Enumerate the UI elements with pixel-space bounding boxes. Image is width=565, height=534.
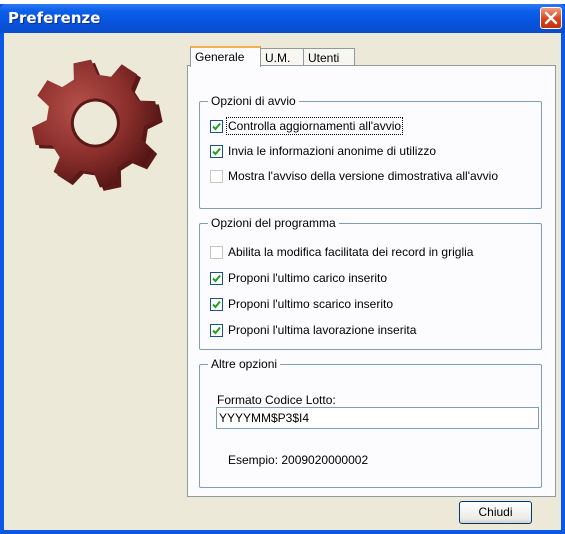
option-label: Abilita la modifica facilitata dei recor… <box>228 245 474 259</box>
option-label: Proponi l'ultimo scarico inserito <box>228 297 394 311</box>
other-options-group: Altre opzioni Formato Codice Lotto: Esem… <box>199 357 542 488</box>
group-title: Altre opzioni <box>208 357 281 371</box>
checkmark-icon <box>212 300 221 308</box>
option-label: Mostra l'avviso della versione dimostrat… <box>228 169 499 183</box>
tab-label: U.M. <box>265 51 291 65</box>
easy-grid-edit-option[interactable]: Abilita la modifica facilitata dei recor… <box>210 244 473 260</box>
show-demo-warning-option[interactable]: Mostra l'avviso della versione dimostrat… <box>210 168 498 184</box>
checkbox[interactable] <box>210 169 223 183</box>
checkmark-icon <box>212 274 221 282</box>
checkbox[interactable] <box>210 144 223 158</box>
group-title: Opzioni di avvio <box>208 94 299 108</box>
lot-format-input[interactable] <box>216 407 539 429</box>
propose-last-processing-option[interactable]: Proponi l'ultima lavorazione inserita <box>210 322 416 338</box>
tab-um[interactable]: U.M. <box>260 48 304 66</box>
close-icon <box>544 11 558 25</box>
tab-label: Generale <box>195 50 245 64</box>
option-label: Proponi l'ultimo carico inserito <box>228 271 388 285</box>
preferences-window: Preferenze Generale U.M. Utenti Opzioni … <box>0 4 565 534</box>
close-button[interactable]: Chiudi <box>459 501 532 524</box>
option-label: Invia le informazioni anonime di utilizz… <box>228 144 437 158</box>
checkmark-icon <box>212 326 221 334</box>
lot-example-text: Esempio: 2009020000002 <box>228 453 369 467</box>
checkbox[interactable] <box>210 245 223 259</box>
program-options-group: Opzioni del programma Abilita la modific… <box>199 216 542 350</box>
checkmark-icon <box>212 122 221 130</box>
check-updates-option[interactable]: Controlla aggiornamenti all'avvio <box>210 117 404 135</box>
gear-icon <box>31 59 163 191</box>
window-title: Preferenze <box>8 9 101 27</box>
tab-generale[interactable]: Generale <box>190 46 261 67</box>
checkbox[interactable] <box>210 297 223 311</box>
checkbox[interactable] <box>210 119 223 133</box>
option-label: Controlla aggiornamenti all'avvio <box>225 117 404 135</box>
checkbox[interactable] <box>210 323 223 337</box>
checkbox[interactable] <box>210 271 223 285</box>
lot-format-label: Formato Codice Lotto: <box>217 393 336 407</box>
checkmark-icon <box>212 147 221 155</box>
propose-last-unload-option[interactable]: Proponi l'ultimo scarico inserito <box>210 296 393 312</box>
tab-panel-generale: Opzioni di avvio Controlla aggiornamenti… <box>187 65 556 497</box>
title-bar[interactable]: Preferenze <box>0 4 565 33</box>
dialog-body: Generale U.M. Utenti Opzioni di avvio Co… <box>4 33 561 530</box>
startup-options-group: Opzioni di avvio Controlla aggiornamenti… <box>199 94 542 209</box>
close-window-button[interactable] <box>540 7 562 29</box>
group-title: Opzioni del programma <box>208 216 339 230</box>
option-label: Proponi l'ultima lavorazione inserita <box>228 323 417 337</box>
send-anonymous-info-option[interactable]: Invia le informazioni anonime di utilizz… <box>210 143 436 159</box>
tab-utenti[interactable]: Utenti <box>303 48 355 66</box>
propose-last-load-option[interactable]: Proponi l'ultimo carico inserito <box>210 270 387 286</box>
tab-label: Utenti <box>308 51 340 65</box>
